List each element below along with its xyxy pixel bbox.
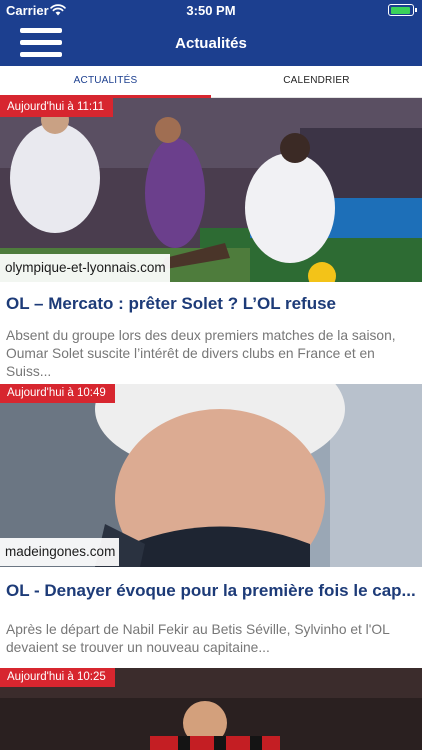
status-bar: Carrier 3:50 PM (0, 0, 422, 22)
article-source: olympique-et-lyonnais.com (0, 254, 170, 282)
page-title: Actualités (175, 35, 247, 52)
battery-icon (388, 4, 417, 16)
tab-calendrier[interactable]: CALENDRIER (211, 66, 422, 97)
tab-bar: ACTUALITÉS CALENDRIER (0, 66, 422, 98)
article-time-badge: Aujourd'hui à 10:49 (0, 384, 115, 403)
article-image: Aujourd'hui à 10:25 (0, 668, 422, 750)
article-summary: Absent du groupe lors des deux premiers … (6, 328, 396, 379)
status-time: 3:50 PM (186, 3, 236, 18)
article-summary: Après le départ de Nabil Fekir au Betis … (6, 622, 390, 655)
tab-actualites[interactable]: ACTUALITÉS (0, 66, 211, 97)
article-time-badge: Aujourd'hui à 10:25 (0, 668, 115, 687)
article-headline[interactable]: OL - Denayer évoque pour la première foi… (6, 581, 416, 601)
article-time-badge: Aujourd'hui à 11:11 (0, 98, 114, 117)
article-image: Aujourd'hui à 11:11 olympique-et-lyonnai… (0, 98, 422, 282)
article-image: Aujourd'hui à 10:49 madeingones.com (0, 384, 422, 567)
article-card[interactable]: Aujourd'hui à 10:25 (0, 668, 422, 750)
article-headline[interactable]: OL – Mercato : prêter Solet ? L’OL refus… (6, 294, 416, 314)
top-bar: Carrier 3:50 PM Actualités (0, 0, 422, 66)
article-card[interactable]: Aujourd'hui à 11:11 olympique-et-lyonnai… (0, 98, 422, 384)
article-source: madeingones.com (0, 538, 120, 566)
article-card[interactable]: Aujourd'hui à 10:49 madeingones.com OL -… (0, 384, 422, 668)
